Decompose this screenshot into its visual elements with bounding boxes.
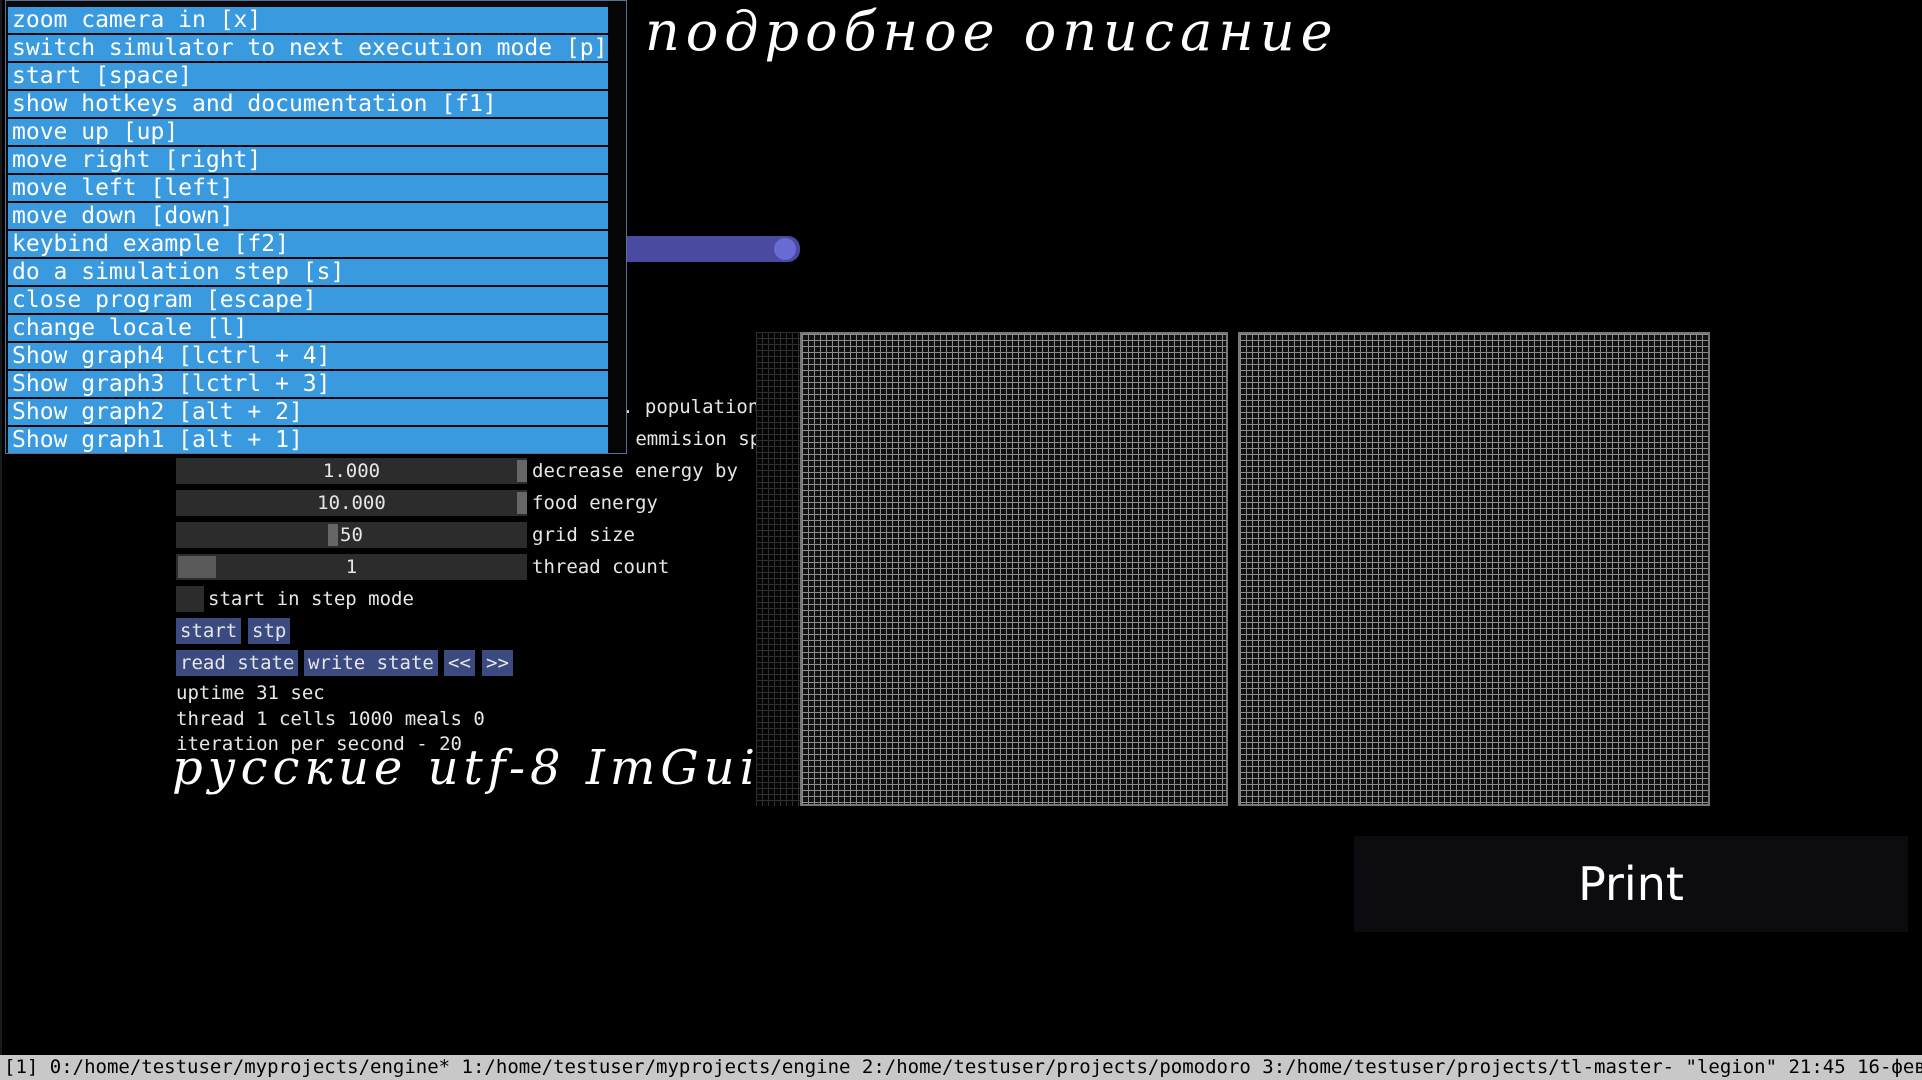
- menu-item[interactable]: change locale [l]: [8, 315, 608, 341]
- menu-item[interactable]: zoom camera in [x]: [8, 7, 608, 33]
- grid-shadow-strip: [756, 332, 802, 806]
- food-energy-value: 10.000: [317, 492, 386, 514]
- menu-item[interactable]: move right [right]: [8, 147, 608, 173]
- write-state-button[interactable]: write state: [304, 650, 438, 676]
- food-energy-grab[interactable]: [517, 492, 527, 514]
- slider-knob[interactable]: [774, 238, 796, 260]
- menu-item[interactable]: Show graph2 [alt + 2]: [8, 399, 608, 425]
- grid-size-label: grid size: [532, 524, 635, 546]
- start-button[interactable]: start: [176, 618, 242, 644]
- food-energy-label: food energy: [532, 492, 658, 514]
- simulation-grid-right[interactable]: [1238, 332, 1710, 806]
- decrease-energy-label: decrease energy by: [532, 460, 738, 482]
- menu-item[interactable]: keybind example [f2]: [8, 231, 608, 257]
- read-state-button[interactable]: read state: [176, 650, 299, 676]
- menu-item[interactable]: move left [left]: [8, 175, 608, 201]
- menu-item[interactable]: close program [escape]: [8, 287, 608, 313]
- print-button[interactable]: Print: [1354, 836, 1908, 932]
- decrease-energy-grab[interactable]: [517, 460, 527, 482]
- window-edge: [0, 0, 2, 1055]
- menu-item[interactable]: do a simulation step [s]: [8, 259, 608, 285]
- thread-count-value: 1: [345, 556, 358, 578]
- simulation-grid-left[interactable]: [800, 332, 1228, 806]
- thread-count-field[interactable]: 1: [176, 554, 527, 580]
- menu-scrollbar[interactable]: [608, 1, 626, 453]
- menu-item[interactable]: Show graph3 [lctrl + 3]: [8, 371, 608, 397]
- menu-item[interactable]: Show graph1 [alt + 1]: [8, 427, 608, 453]
- grid-size-field[interactable]: 50: [176, 522, 527, 548]
- grid-size-grab[interactable]: [328, 524, 338, 546]
- grid-size-value: 50: [340, 524, 363, 546]
- prev-state-button[interactable]: <<: [444, 650, 475, 676]
- menu-item[interactable]: move down [down]: [8, 203, 608, 229]
- handwritten-note: русские utf-8 ImGui: [172, 740, 760, 796]
- menu-item[interactable]: start [space]: [8, 63, 608, 89]
- menu-item[interactable]: switch simulator to next execution mode …: [8, 35, 608, 61]
- tmux-status-bar: [1] 0:/home/testuser/myprojects/engine* …: [0, 1055, 1922, 1080]
- decrease-energy-field[interactable]: 1.000: [176, 458, 527, 484]
- step-mode-label: start in step mode: [208, 588, 414, 610]
- step-mode-checkbox[interactable]: [176, 586, 204, 612]
- thread-info-text: thread 1 cells 1000 meals 0: [176, 708, 485, 730]
- food-energy-field[interactable]: 10.000: [176, 490, 527, 516]
- stop-button[interactable]: stp: [248, 618, 291, 644]
- thread-count-grab[interactable]: [178, 556, 216, 578]
- menu-item[interactable]: show hotkeys and documentation [f1]: [8, 91, 608, 117]
- menu-item[interactable]: move up [up]: [8, 119, 608, 145]
- handwritten-title: подробное описание: [645, 0, 1339, 63]
- uptime-text: uptime 31 sec: [176, 682, 325, 704]
- menu-item[interactable]: Show graph4 [lctrl + 4]: [8, 343, 608, 369]
- next-state-button[interactable]: >>: [482, 650, 513, 676]
- slider-track[interactable]: [606, 236, 800, 262]
- hotkey-menu[interactable]: zoom camera in [x] switch simulator to n…: [5, 0, 627, 454]
- decrease-energy-value: 1.000: [322, 460, 381, 482]
- thread-count-label: thread count: [532, 556, 670, 578]
- population-label: . population: [622, 396, 760, 418]
